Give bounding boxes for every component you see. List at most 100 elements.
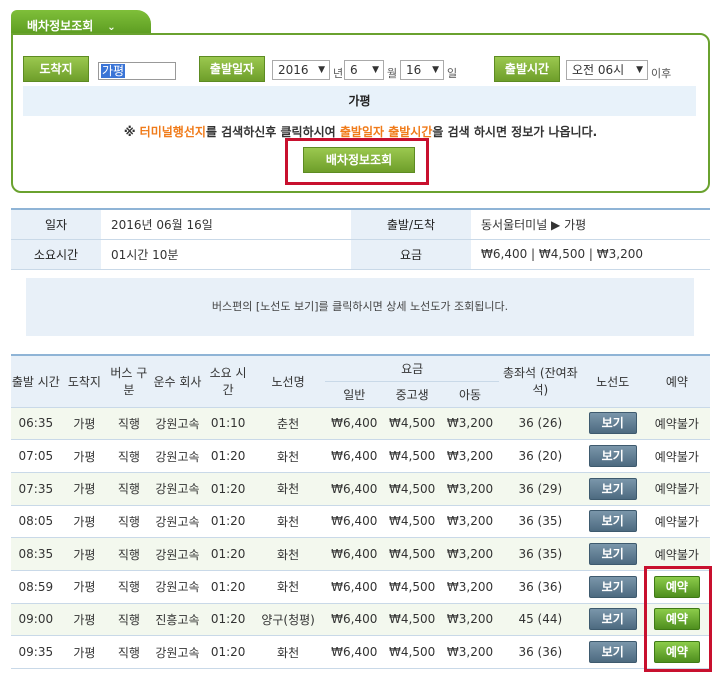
cell-duration: 01:20	[205, 537, 251, 571]
dropdown-arrow-icon: ▼	[636, 65, 643, 75]
cell-student: ₩4,500	[383, 472, 442, 506]
header-fare: 요금	[325, 355, 499, 382]
cell-student: ₩4,500	[383, 635, 442, 669]
cell-route: 화천	[250, 635, 326, 669]
cell-time: 08:05	[11, 505, 61, 539]
header-dest: 도착지	[60, 355, 109, 408]
route-label: 출발/도착	[351, 209, 471, 240]
dropdown-arrow-icon: ▼	[432, 65, 439, 75]
table-row: 07:05 가평 직행 강원고속 01:20 화천 ₩6,400 ₩4,500 ₩3,200 36…	[11, 439, 710, 473]
route-value: 동서울터미널 ▶ 가평	[471, 209, 710, 240]
cell-company: 진흥고속	[149, 603, 206, 637]
cell-child: ₩3,200	[441, 407, 499, 441]
cell-dest: 가평	[60, 570, 109, 604]
reserve-unavailable-text: 예약불가	[654, 449, 699, 464]
reserve-unavailable-text: 예약불가	[654, 514, 699, 529]
trip-info-table: 일자 2016년 06월 16일 출발/도착 동서울터미널 ▶ 가평 소요시간 …	[11, 208, 710, 270]
cell-route: 화천	[250, 472, 326, 506]
view-route-map-button[interactable]: 보기	[588, 412, 637, 435]
cell-student: ₩4,500	[383, 407, 442, 441]
view-route-map-button[interactable]: 보기	[588, 510, 637, 533]
departure-date-label: 출발일자	[199, 56, 265, 82]
duration-value: 01시간 10분	[101, 239, 351, 270]
cell-route: 화천	[250, 505, 326, 539]
cell-seats: 36 (36)	[498, 635, 582, 669]
month-unit: 월	[387, 67, 398, 80]
date-label: 일자	[11, 209, 101, 240]
cell-reserve: 예약불가	[643, 472, 710, 506]
cell-type: 직행	[108, 472, 150, 506]
cell-dest: 가평	[60, 439, 109, 473]
cell-student: ₩4,500	[383, 603, 442, 637]
cell-student: ₩4,500	[383, 439, 442, 473]
day-unit: 일	[447, 67, 458, 80]
cell-company: 강원고속	[149, 439, 206, 473]
cell-dest: 가평	[60, 407, 109, 441]
cell-map: 보기	[581, 505, 644, 539]
table-row: 08:35 가평 직행 강원고속 01:20 화천 ₩6,400 ₩4,500 ₩3,200 36…	[11, 537, 710, 571]
cell-adult: ₩6,400	[325, 472, 384, 506]
time-select[interactable]: 오전 06시 ▼	[566, 60, 648, 80]
cell-map: 보기	[581, 439, 644, 473]
cell-duration: 01:20	[205, 439, 251, 473]
cell-seats: 36 (26)	[498, 407, 582, 441]
fare-label: 요금	[351, 239, 471, 270]
cell-adult: ₩6,400	[325, 505, 384, 539]
header-company: 운수 회사	[149, 355, 206, 408]
destination-value: 가평	[101, 64, 126, 78]
cell-student: ₩4,500	[383, 570, 442, 604]
cell-child: ₩3,200	[441, 570, 499, 604]
destination-input[interactable]: 가평	[98, 62, 176, 80]
day-select[interactable]: 16 ▼	[400, 60, 444, 80]
cell-duration: 01:20	[205, 635, 251, 669]
cell-map: 보기	[581, 537, 644, 571]
table-row: 09:35 가평 직행 강원고속 01:20 화천 ₩6,400 ₩4,500 ₩3,200 36…	[11, 635, 710, 669]
cell-duration: 01:20	[205, 603, 251, 637]
cell-adult: ₩6,400	[325, 439, 384, 473]
year-value: 2016	[278, 63, 309, 77]
cell-child: ₩3,200	[441, 537, 499, 571]
cell-time: 08:35	[11, 537, 61, 571]
view-route-map-button[interactable]: 보기	[588, 641, 637, 664]
cell-route: 화천	[250, 570, 326, 604]
cell-reserve: 예약불가	[643, 505, 710, 539]
header-map: 노선도	[581, 355, 644, 408]
view-route-map-button[interactable]: 보기	[588, 608, 637, 631]
header-route: 노선명	[250, 355, 326, 408]
cell-duration: 01:10	[205, 407, 251, 441]
cell-route: 양구(청평)	[250, 603, 326, 637]
cell-child: ₩3,200	[441, 603, 499, 637]
view-route-map-button[interactable]: 보기	[588, 575, 637, 598]
view-route-map-button[interactable]: 보기	[588, 477, 637, 500]
header-child: 아동	[441, 380, 499, 408]
cell-map: 보기	[581, 570, 644, 604]
cell-duration: 01:20	[205, 505, 251, 539]
tab-label: 배차정보조회	[27, 19, 94, 33]
cell-type: 직행	[108, 439, 150, 473]
table-row: 06:35 가평 직행 강원고속 01:10 춘천 ₩6,400 ₩4,500 ₩3,200 36…	[11, 407, 710, 441]
cell-dest: 가평	[60, 603, 109, 637]
cell-company: 강원고속	[149, 570, 206, 604]
destination-result-bar[interactable]: 가평	[23, 86, 696, 116]
cell-time: 09:35	[11, 635, 61, 669]
reserve-unavailable-text: 예약불가	[654, 416, 699, 431]
month-select[interactable]: 6 ▼	[344, 60, 384, 80]
time-value: 오전 06시	[572, 63, 625, 77]
month-value: 6	[350, 63, 358, 77]
cell-dest: 가평	[60, 505, 109, 539]
cell-seats: 36 (36)	[498, 570, 582, 604]
cell-map: 보기	[581, 472, 644, 506]
highlight-box	[644, 566, 712, 672]
cell-route: 춘천	[250, 407, 326, 441]
year-select[interactable]: 2016 ▼	[272, 60, 330, 80]
cell-company: 강원고속	[149, 537, 206, 571]
cell-time: 07:35	[11, 472, 61, 506]
dropdown-arrow-icon: ▼	[318, 65, 325, 75]
view-route-map-button[interactable]: 보기	[588, 445, 637, 468]
cell-route: 화천	[250, 439, 326, 473]
cell-type: 직행	[108, 603, 150, 637]
view-route-map-button[interactable]: 보기	[588, 543, 637, 566]
cell-duration: 01:20	[205, 570, 251, 604]
cell-type: 직행	[108, 505, 150, 539]
cell-duration: 01:20	[205, 472, 251, 506]
